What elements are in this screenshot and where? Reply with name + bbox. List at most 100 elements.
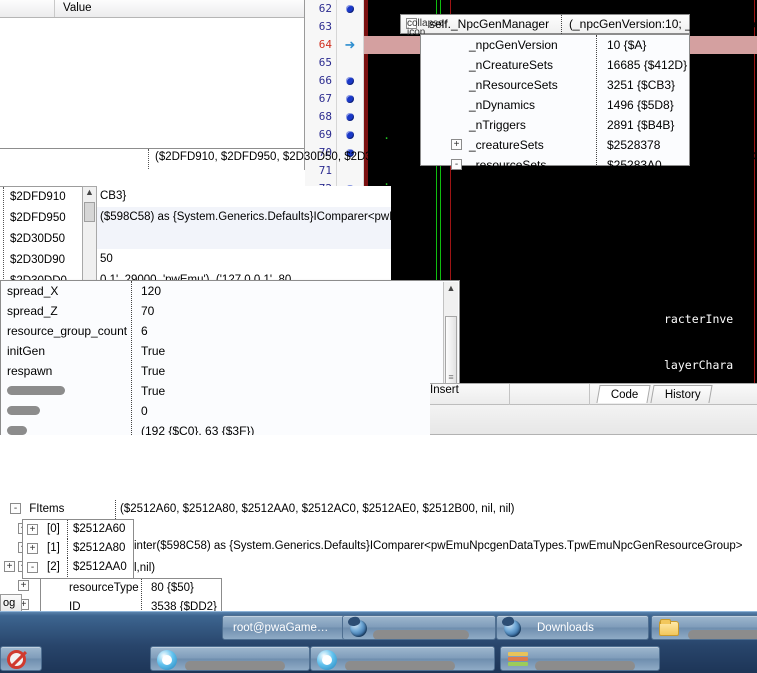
expand-icon[interactable]: + [27,543,38,554]
popup-divider [3,187,4,293]
editor-tabstrip[interactable]: Code History [596,385,712,405]
triangle-up-icon[interactable]: ▲ [444,282,458,296]
inspector-row[interactable]: initGen True [1,341,459,361]
grid-header: Value [0,0,304,18]
field-value: True [141,344,166,358]
grid-body[interactable] [0,18,304,148]
items-list-popup[interactable]: + [0] $2512A60 + [1] $2512A80 - [2] $251… [22,519,134,579]
line-number: 71 [318,164,332,177]
collapse-icon[interactable]: - [451,159,462,170]
tab-history[interactable]: History [649,385,712,403]
field-value: 120 [141,284,162,298]
tab-label: Code [610,389,639,401]
breakpoint-icon[interactable] [337,126,363,144]
taskbar-button-label-redacted [185,654,285,670]
type-inspector-popup[interactable]: _npcGenVersion 10 {$A} _nCreatureSets 1668… [420,34,690,172]
item-row[interactable]: + [0] $2512A60 [23,520,133,539]
inspector-row[interactable]: True [1,381,459,401]
item-row[interactable]: + [1] $2512A80 [23,539,133,558]
grid-column-name[interactable] [0,0,55,17]
inspector-row[interactable]: _npcGenVersion 10 {$A} [421,35,689,55]
taskbar-row-1: root@pwaGame… Downloads [0,612,757,643]
breakpoint-icon[interactable] [337,72,363,90]
field-value: 3251 {$CB3} [607,78,676,92]
taskbar-button-app-2[interactable] [310,646,495,671]
code-marker: . [383,128,390,142]
taskbar-button-folder[interactable] [651,615,757,640]
tree-expander-outer[interactable]: + [4,560,18,579]
inspector-row[interactable]: spread_X 120 [1,281,459,301]
inspector-row[interactable]: _nTriggers 2891 {$B4B} [421,115,689,135]
scrollbar-thumb[interactable] [84,202,95,222]
globe-icon [350,620,367,637]
taskbar-button-downloads[interactable]: Downloads [496,615,649,640]
gutter-empty[interactable] [337,162,363,180]
value-row: CB3} [100,190,127,202]
breakpoint-icon[interactable] [337,90,363,108]
tree-node-label: FItems [29,503,65,515]
log-button[interactable]: og [0,594,22,612]
taskbar-button-terminal[interactable]: root@pwaGame… [222,615,362,640]
inspector-row[interactable]: spread_Z 70 [1,301,459,321]
field-name: respawn [7,364,53,378]
triangle-up-icon[interactable]: ▲ [83,187,96,200]
gutter-empty[interactable] [337,18,363,36]
field-value: 2891 {$B4B} [607,118,675,132]
value-row: 50 [100,253,113,265]
tab-code[interactable]: Code [596,385,651,403]
field-value: 0 [141,404,148,418]
tree-root-node[interactable]: - FItems ($2512A60, $2512A80, $2512AA0, … [0,500,515,519]
field-value: 6 [141,324,148,338]
item-row[interactable]: - [2] $2512AA0 [23,558,133,577]
grid-column-value[interactable]: Value [55,0,304,17]
address-item[interactable]: $2DFD950 [0,208,95,229]
watch-grid-panel[interactable]: Value ($2DFD910, $2DFD950, $2D30D50, $2D… [0,0,757,170]
expand-icon[interactable]: + [27,524,38,535]
inspector-row[interactable]: _nDynamics 1496 {$5D8} [421,95,689,115]
taskbar-button-blocked[interactable] [0,646,42,671]
address-popup-scrollbar[interactable]: ▲ [82,186,97,292]
inspector-row[interactable]: _nResourceSets 3251 {$CB3} [421,75,689,95]
grid-footer-row[interactable]: ($2DFD910, $2DFD950, $2D30D50, $2D30D90,… [0,148,757,169]
type-inspector-title: self._NpcGenManager [429,17,550,31]
field-name: resourceType [69,582,139,594]
collapse-icon[interactable]: collapse-icon [406,18,447,38]
breakpoint-icon[interactable] [337,0,363,18]
taskbar-button-label-redacted [535,654,635,670]
column-divider [148,149,149,169]
taskbar-button-app-3[interactable] [500,646,660,671]
taskbar-button-label-redacted [373,623,469,639]
taskbar-button-app-1[interactable] [150,646,310,671]
tree-node-value: ($2512A60, $2512A80, $2512AA0, $2512AC0,… [120,503,515,515]
inspector-row[interactable]: - _resourceSets $25283A0 [421,155,689,175]
item-index: [0] [47,523,60,535]
taskbar-button-browser-1[interactable] [342,615,496,640]
value-row: ($598C58) as {System.Generics.Defaults}I… [96,207,391,228]
inspector-row[interactable]: 0 [1,401,459,421]
collapse-icon[interactable]: - [27,562,38,573]
inspector-row[interactable]: _nCreatureSets 16685 {$412D} [421,55,689,75]
address-item[interactable]: $2D30D90 [0,250,95,271]
taskbar[interactable]: root@pwaGame… Downloads [0,611,757,673]
field-name: spread_Z [7,304,58,318]
address-item[interactable]: $2DFD910 [0,187,95,208]
field-value: 1496 {$5D8} [607,98,674,112]
lower-toolbar [430,405,757,435]
editor-lower-blank [0,435,430,500]
field-value: 10 {$A} [607,38,647,52]
type-inspector-header[interactable]: collapse-icon self._NpcGenManager (_npcG… [400,14,757,38]
inspector-row[interactable]: respawn True [1,361,459,381]
tree-background-text: inter($598C58) as {System.Generics.Defau… [134,540,743,552]
collapse-icon[interactable]: - [10,503,21,515]
address-item[interactable]: $2D30D50 [0,229,95,250]
breakpoint-icon[interactable] [337,108,363,126]
field-value: 16685 {$412D} [607,58,688,72]
circle-icon [317,650,337,670]
detail-row[interactable]: resourceType 80 {$50} [41,579,221,598]
inspector-row[interactable]: resource_group_count 6 [1,321,459,341]
item-index: [2] [47,561,60,573]
inspector-row[interactable]: + _creatureSets $2528378 [421,135,689,155]
expand-icon[interactable]: + [451,139,462,150]
gutter-empty[interactable] [337,54,363,72]
line-number: 69 [318,128,332,141]
